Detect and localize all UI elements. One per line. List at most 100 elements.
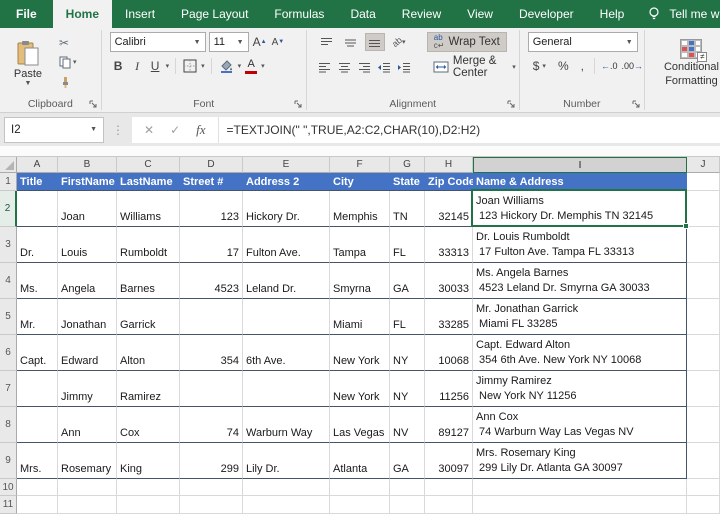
cell-B11[interactable]: [58, 496, 117, 514]
cell-A11[interactable]: [17, 496, 58, 514]
cell-C1[interactable]: LastName: [117, 173, 180, 191]
row-header-3[interactable]: 3: [0, 227, 17, 263]
borders-button[interactable]: [182, 58, 198, 74]
cell-G3[interactable]: FL: [390, 227, 425, 263]
italic-button[interactable]: I: [130, 57, 145, 75]
middle-align-button[interactable]: [341, 33, 361, 51]
cell-F8[interactable]: Las Vegas: [330, 407, 390, 443]
font-size-select[interactable]: 11▼: [209, 32, 249, 52]
cell-C3[interactable]: Rumboldt: [117, 227, 180, 263]
fill-color-button[interactable]: [218, 58, 235, 74]
cell-D6[interactable]: 354: [180, 335, 243, 371]
cell-J10[interactable]: [687, 479, 720, 496]
bold-button[interactable]: B: [110, 57, 127, 75]
tab-developer[interactable]: Developer: [506, 0, 587, 28]
cell-D10[interactable]: [180, 479, 243, 496]
cell-I10[interactable]: [473, 479, 687, 496]
comma-style-button[interactable]: ,: [576, 57, 589, 75]
cell-D4[interactable]: 4523: [180, 263, 243, 299]
cell-B5[interactable]: Jonathan: [58, 299, 117, 335]
bottom-align-button[interactable]: [365, 33, 385, 51]
cell-D2[interactable]: 123: [180, 191, 243, 227]
cell-A5[interactable]: Mr.: [17, 299, 58, 335]
font-dialog-launcher-icon[interactable]: [294, 100, 303, 109]
format-painter-button[interactable]: [56, 74, 86, 91]
column-header-A[interactable]: A: [17, 157, 58, 173]
cell-J2[interactable]: [687, 191, 720, 227]
cell-H3[interactable]: 33313: [425, 227, 473, 263]
cell-I9[interactable]: Mrs. Rosemary King 299 Lily Dr. Atlanta …: [473, 443, 687, 479]
number-dialog-launcher-icon[interactable]: [632, 100, 641, 109]
top-align-button[interactable]: [317, 33, 337, 51]
cell-E6[interactable]: 6th Ave.: [243, 335, 330, 371]
cell-D1[interactable]: Street #: [180, 173, 243, 191]
cell-H5[interactable]: 33285: [425, 299, 473, 335]
cell-A7[interactable]: [17, 371, 58, 407]
font-name-select[interactable]: Calibri▼: [110, 32, 206, 52]
cell-B4[interactable]: Angela: [58, 263, 117, 299]
cell-H11[interactable]: [425, 496, 473, 514]
cell-A9[interactable]: Mrs.: [17, 443, 58, 479]
column-header-C[interactable]: C: [117, 157, 180, 173]
decrease-indent-button[interactable]: [376, 58, 392, 76]
column-header-J[interactable]: J: [687, 157, 720, 173]
borders-caret-icon[interactable]: ▾: [201, 63, 205, 70]
tab-formulas[interactable]: Formulas: [261, 0, 337, 28]
cell-I8[interactable]: Ann Cox 74 Warburn Way Las Vegas NV: [473, 407, 687, 443]
cell-F4[interactable]: Smyrna: [330, 263, 390, 299]
cell-H9[interactable]: 30097: [425, 443, 473, 479]
cell-F10[interactable]: [330, 479, 390, 496]
row-header-8[interactable]: 8: [0, 407, 17, 443]
tab-page-layout[interactable]: Page Layout: [168, 0, 261, 28]
cell-A6[interactable]: Capt.: [17, 335, 58, 371]
cell-F2[interactable]: Memphis: [330, 191, 390, 227]
cell-I5[interactable]: Mr. Jonathan Garrick Miami FL 33285: [473, 299, 687, 335]
cell-G8[interactable]: NV: [390, 407, 425, 443]
cell-H7[interactable]: 11256: [425, 371, 473, 407]
cell-D5[interactable]: [180, 299, 243, 335]
shrink-font-button[interactable]: A▼: [271, 36, 286, 49]
increase-decimal-button[interactable]: ←.0: [600, 60, 619, 72]
cell-C9[interactable]: King: [117, 443, 180, 479]
cell-F5[interactable]: Miami: [330, 299, 390, 335]
tab-insert[interactable]: Insert: [112, 0, 168, 28]
cell-D9[interactable]: 299: [180, 443, 243, 479]
cut-button[interactable]: ✂: [56, 34, 86, 51]
cell-J3[interactable]: [687, 227, 720, 263]
row-header-10[interactable]: 10: [0, 479, 17, 496]
underline-button[interactable]: U: [148, 57, 163, 75]
row-header-4[interactable]: 4: [0, 263, 17, 299]
cell-F9[interactable]: Atlanta: [330, 443, 390, 479]
cell-G6[interactable]: NY: [390, 335, 425, 371]
cell-F7[interactable]: New York: [330, 371, 390, 407]
column-header-H[interactable]: H: [425, 157, 473, 173]
cell-H1[interactable]: Zip Code: [425, 173, 473, 191]
cell-A1[interactable]: Title: [17, 173, 58, 191]
cell-C8[interactable]: Cox: [117, 407, 180, 443]
paste-button[interactable]: Paste ▼: [6, 32, 50, 95]
cell-F1[interactable]: City: [330, 173, 390, 191]
tab-file[interactable]: File: [0, 0, 53, 28]
cell-F11[interactable]: [330, 496, 390, 514]
tab-data[interactable]: Data: [337, 0, 388, 28]
cell-E5[interactable]: [243, 299, 330, 335]
cell-I1[interactable]: Name & Address: [473, 173, 687, 191]
fill-color-caret-icon[interactable]: ▾: [238, 63, 242, 70]
cell-I11[interactable]: [473, 496, 687, 514]
column-header-D[interactable]: D: [180, 157, 243, 173]
column-header-I[interactable]: I: [473, 157, 687, 173]
row-header-6[interactable]: 6: [0, 335, 17, 371]
cell-J5[interactable]: [687, 299, 720, 335]
cell-E1[interactable]: Address 2: [243, 173, 330, 191]
cell-I6[interactable]: Capt. Edward Alton 354 6th Ave. New York…: [473, 335, 687, 371]
cell-D7[interactable]: [180, 371, 243, 407]
wrap-text-button[interactable]: abc↵ Wrap Text: [427, 32, 507, 52]
row-header-2[interactable]: 2: [0, 191, 17, 227]
cell-E3[interactable]: Fulton Ave.: [243, 227, 330, 263]
cell-E11[interactable]: [243, 496, 330, 514]
cell-H4[interactable]: 30033: [425, 263, 473, 299]
cell-J7[interactable]: [687, 371, 720, 407]
cell-E10[interactable]: [243, 479, 330, 496]
cell-G2[interactable]: TN: [390, 191, 425, 227]
cell-A10[interactable]: [17, 479, 58, 496]
